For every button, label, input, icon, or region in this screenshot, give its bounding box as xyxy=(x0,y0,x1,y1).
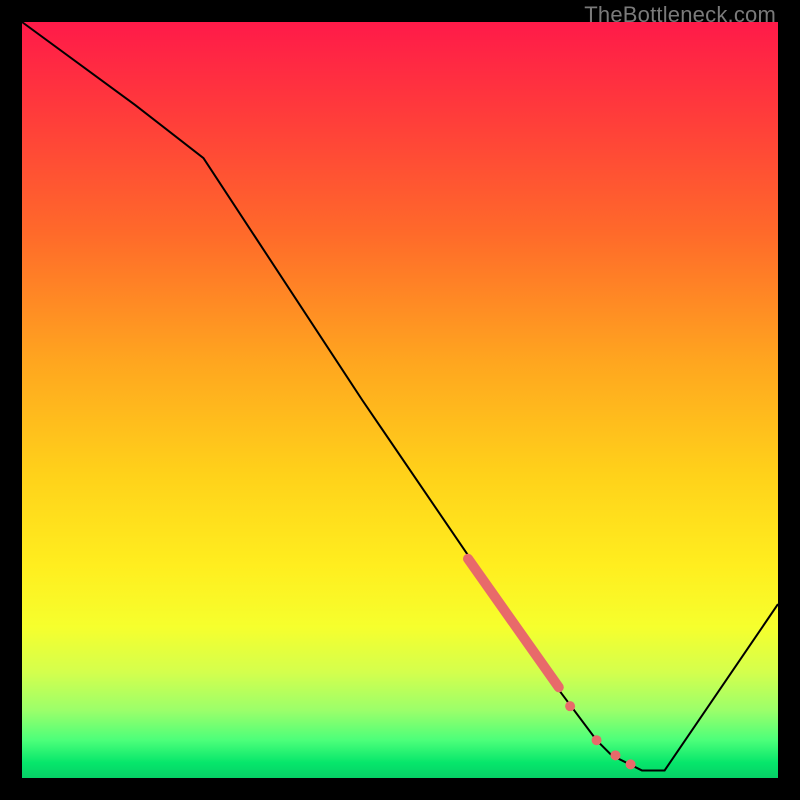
highlight-dot xyxy=(592,735,602,745)
highlight-dot xyxy=(610,750,620,760)
plot-area xyxy=(22,22,778,778)
highlight-dot xyxy=(565,701,575,711)
chart-frame: TheBottleneck.com xyxy=(0,0,800,800)
chart-svg xyxy=(22,22,778,778)
highlight-segment xyxy=(468,559,559,688)
bottleneck-curve xyxy=(22,22,778,770)
highlight-dot xyxy=(626,759,636,769)
